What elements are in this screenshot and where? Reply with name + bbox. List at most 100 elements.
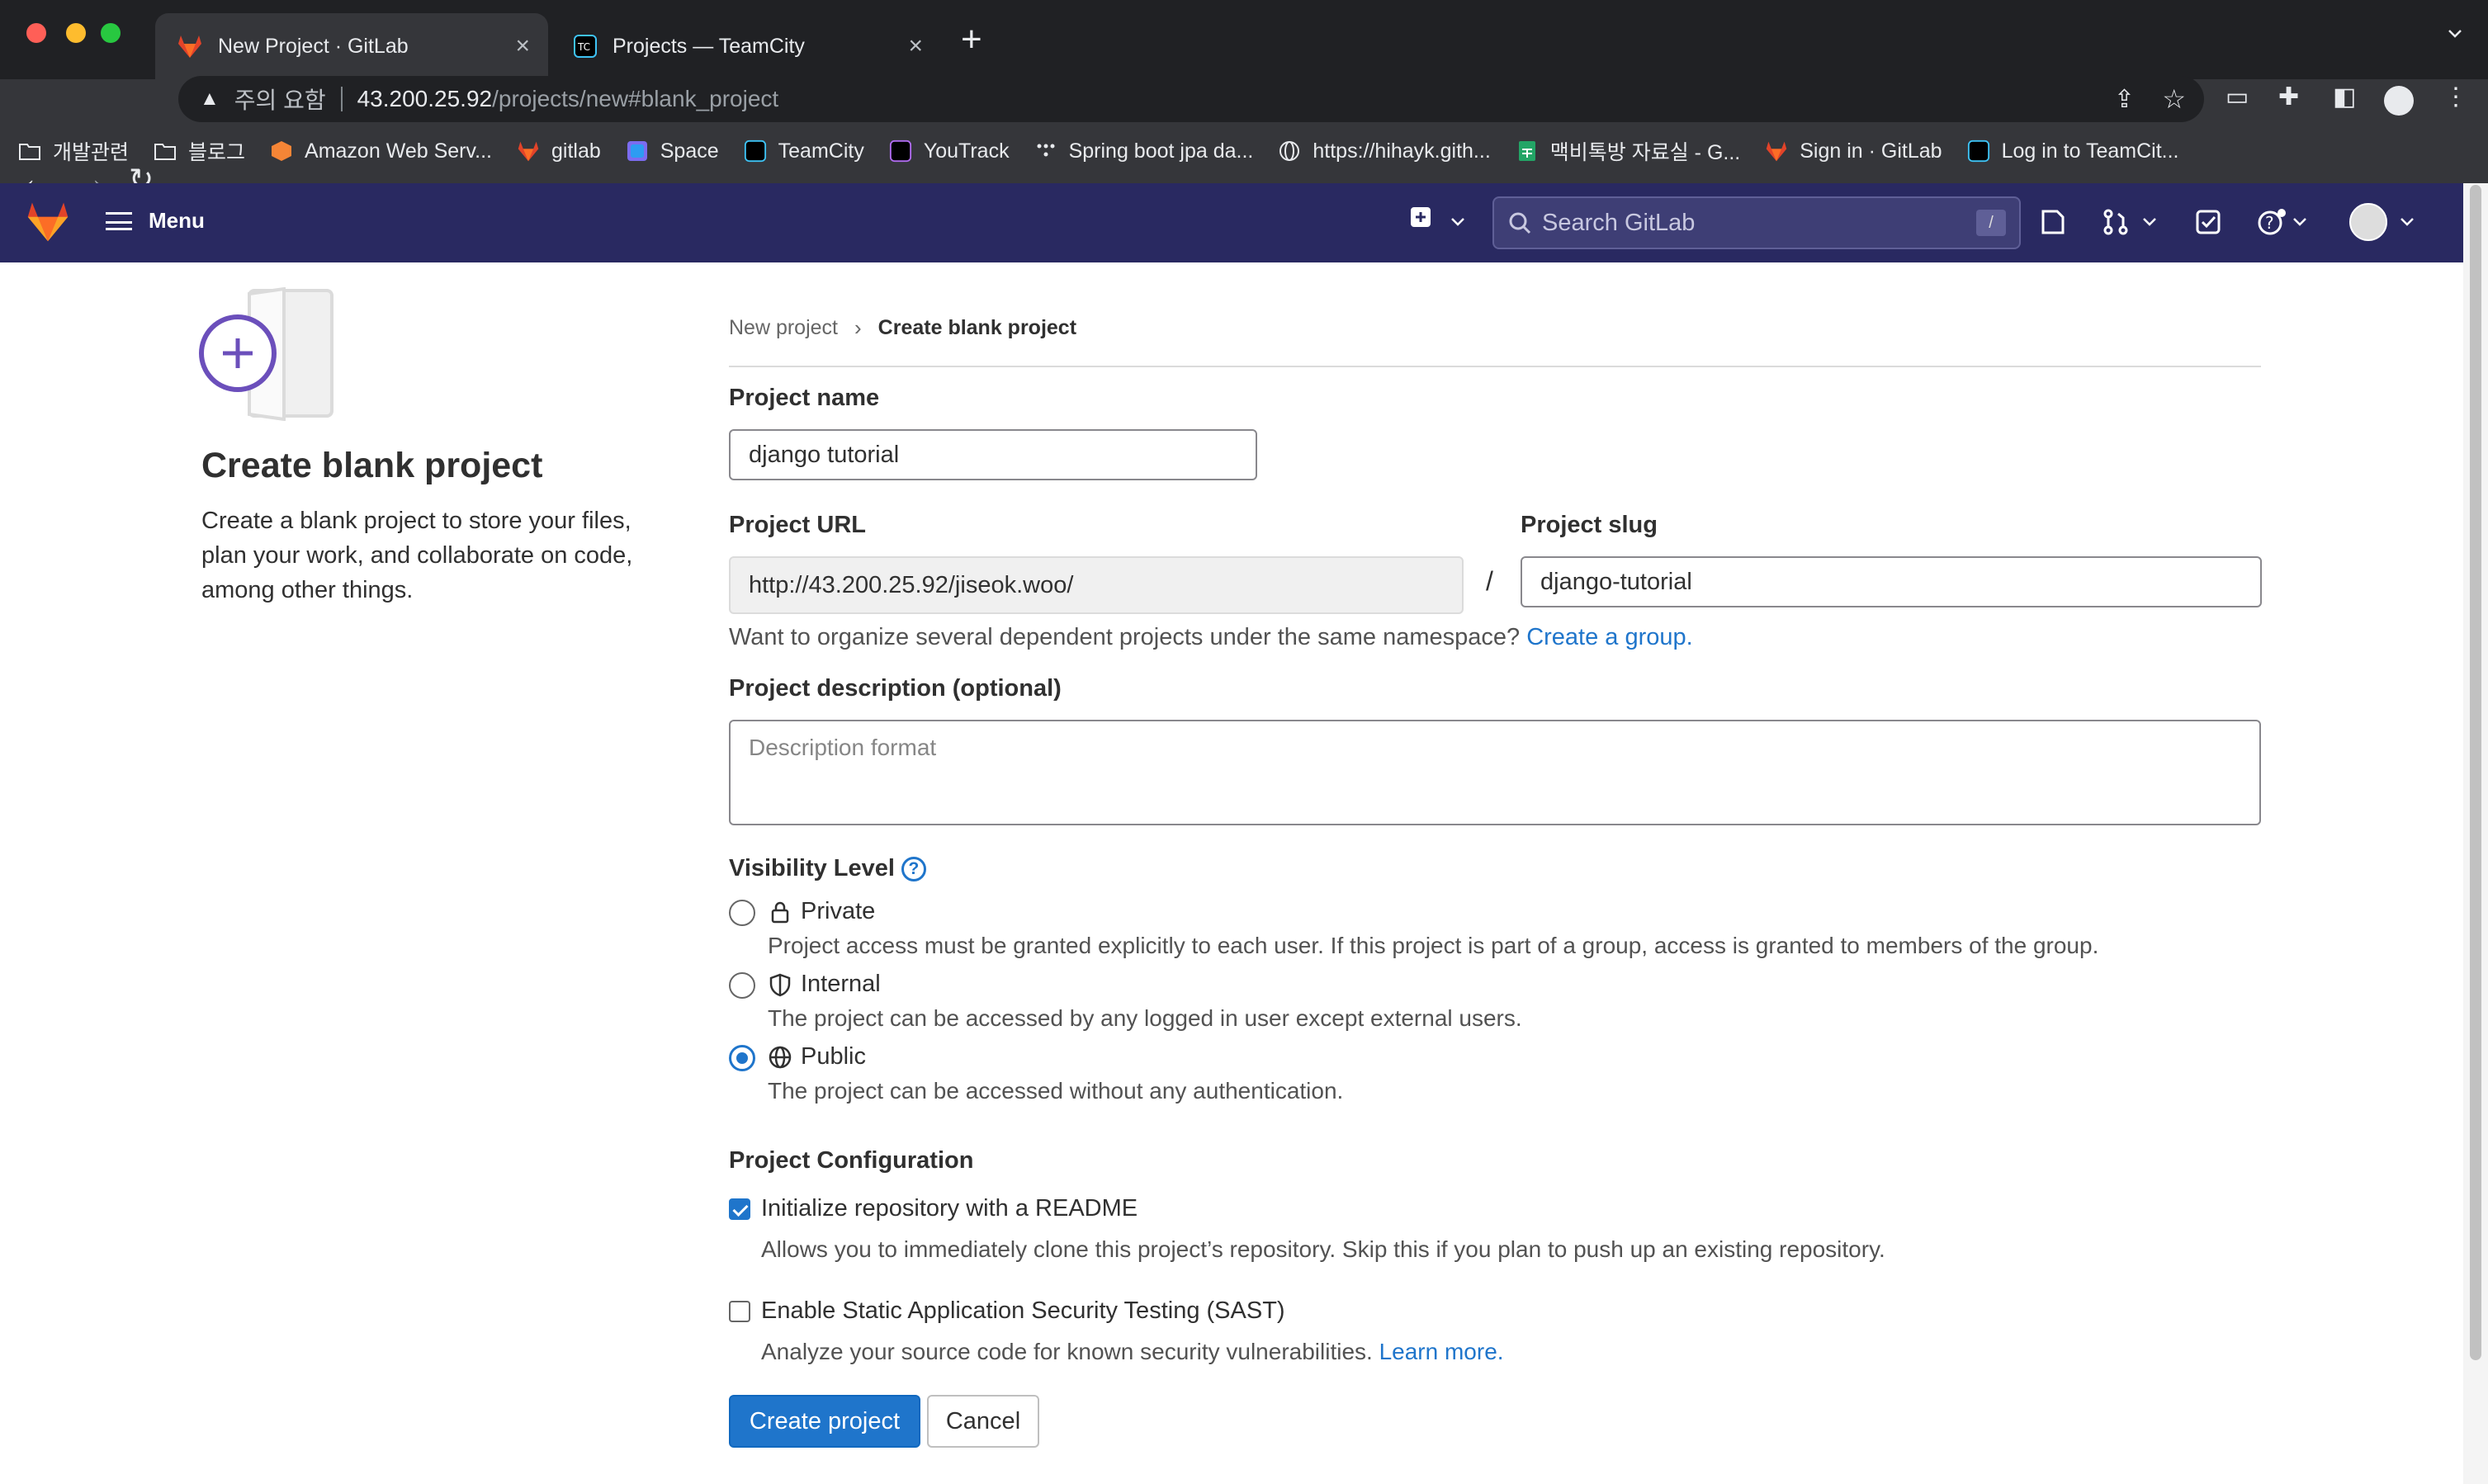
- bookmark-label: 개발관련: [53, 141, 130, 164]
- sheets-icon: [1518, 141, 1535, 161]
- bookmark-item[interactable]: 맥비톡방 자료실 - G...: [1516, 136, 1740, 166]
- address-bar[interactable]: ▲ 주의 요함 43.200.25.92/projects/new#blank_…: [178, 76, 2204, 122]
- visibility-level-heading: Visibility Level ?: [729, 855, 926, 882]
- visibility-public-description: The project can be accessed without any …: [768, 1078, 1344, 1104]
- profile-avatar[interactable]: [2384, 86, 2414, 116]
- enable-sast-label[interactable]: Enable Static Application Security Testi…: [761, 1297, 1285, 1325]
- scrollbar-thumb[interactable]: [2470, 185, 2481, 1360]
- sidebar-icon[interactable]: ◧: [2333, 83, 2356, 111]
- initialize-readme-checkbox[interactable]: [729, 1198, 750, 1220]
- search-placeholder: Search GitLab: [1542, 209, 1696, 236]
- chevron-down-icon[interactable]: [2447, 25, 2463, 41]
- tab-gitlab-new-project[interactable]: New Project · GitLab ×: [155, 13, 548, 79]
- maximize-window-button[interactable]: [101, 23, 121, 43]
- bookmark-star-icon[interactable]: ☆: [2162, 83, 2186, 115]
- issues-icon[interactable]: [2039, 208, 2067, 236]
- close-window-button[interactable]: [26, 23, 46, 43]
- bookmark-label: 블로그: [188, 141, 246, 164]
- merge-request-icon[interactable]: [2102, 208, 2130, 236]
- shield-icon: [769, 973, 791, 996]
- url-host: 43.200.25.92: [357, 86, 493, 111]
- close-tab-icon[interactable]: ×: [908, 32, 923, 60]
- bookmark-item[interactable]: Spring boot jpa da...: [1034, 139, 1253, 163]
- bookmark-item[interactable]: Sign in · GitLab: [1765, 139, 1942, 163]
- bookmark-label: gitlab: [551, 139, 601, 163]
- chevron-down-icon[interactable]: [2399, 216, 2415, 228]
- search-shortcut-key: /: [1976, 210, 2006, 236]
- create-project-button[interactable]: Create project: [729, 1395, 920, 1448]
- chevron-down-icon[interactable]: [1450, 216, 1466, 228]
- hamburger-icon: [106, 211, 132, 230]
- extensions-puzzle-icon[interactable]: ✚: [2278, 83, 2299, 111]
- search-input[interactable]: Search GitLab /: [1492, 196, 2021, 249]
- tab-title: New Project · GitLab: [218, 34, 409, 58]
- create-group-link[interactable]: Create a group.: [1526, 624, 1693, 650]
- cancel-button[interactable]: Cancel: [927, 1395, 1039, 1448]
- visibility-internal-option[interactable]: Internal: [768, 971, 881, 998]
- breadcrumb: New project › Create blank project: [729, 315, 1076, 341]
- visibility-private-description: Project access must be granted explicitl…: [768, 933, 2099, 958]
- plus-square-icon[interactable]: [1408, 205, 1433, 236]
- search-icon: [1509, 212, 1531, 234]
- question-circle-icon[interactable]: ?: [901, 856, 926, 881]
- close-tab-icon[interactable]: ×: [515, 32, 530, 60]
- project-slug-input[interactable]: django-tutorial: [1521, 556, 2262, 607]
- namespace-help-text: Want to organize several dependent proje…: [729, 624, 1693, 651]
- visibility-option-label: Private: [801, 898, 876, 924]
- visibility-public-option[interactable]: Public: [768, 1043, 866, 1070]
- help-icon[interactable]: ?: [2257, 208, 2287, 238]
- globe-icon: [769, 1046, 792, 1068]
- visibility-public-radio[interactable]: [729, 1045, 755, 1071]
- new-tab-button[interactable]: +: [961, 20, 982, 59]
- breadcrumb-new-project-link[interactable]: New project: [729, 316, 838, 340]
- dots-icon: [1037, 144, 1055, 157]
- initialize-readme-label[interactable]: Initialize repository with a README: [761, 1195, 1138, 1222]
- bookmark-label: Amazon Web Serv...: [305, 139, 492, 163]
- bookmark-item[interactable]: Amazon Web Serv...: [270, 139, 492, 163]
- menu-button[interactable]: Menu: [106, 208, 205, 234]
- visibility-private-option[interactable]: Private: [768, 898, 875, 925]
- bookmark-item[interactable]: Log in to TeamCit...: [1967, 139, 2179, 163]
- divider: [729, 366, 2261, 367]
- aws-icon: [272, 141, 292, 161]
- visibility-option-label: Internal: [801, 971, 881, 997]
- initialize-readme-description: Allows you to immediately clone this pro…: [761, 1236, 1885, 1262]
- url-path: /projects/new#blank_project: [492, 86, 779, 111]
- bookmark-item[interactable]: gitlab: [517, 139, 601, 163]
- chevron-down-icon[interactable]: [2292, 216, 2308, 228]
- bookmark-item[interactable]: TeamCity: [744, 139, 864, 163]
- todo-checkbox-icon[interactable]: [2194, 208, 2222, 236]
- gitlab-logo-icon[interactable]: [25, 200, 71, 243]
- bookmark-label: TeamCity: [778, 139, 864, 163]
- visibility-private-radio[interactable]: [729, 900, 755, 926]
- lock-icon: [771, 901, 789, 923]
- teamcity-icon: [744, 139, 766, 163]
- visibility-internal-radio[interactable]: [729, 972, 755, 999]
- gitlab-icon: [178, 35, 201, 58]
- visibility-option-label: Public: [801, 1043, 866, 1070]
- share-icon[interactable]: ⇪: [2114, 85, 2135, 114]
- bookmark-item[interactable]: 블로그: [154, 136, 245, 166]
- page-description: Create a blank project to store your fil…: [201, 508, 633, 603]
- minimize-window-button[interactable]: [66, 23, 86, 43]
- learn-more-link[interactable]: Learn more.: [1379, 1339, 1504, 1364]
- bookmark-item[interactable]: 개발관련: [18, 136, 129, 166]
- bookmark-item[interactable]: https://hihayk.gith...: [1278, 139, 1491, 163]
- chevron-down-icon[interactable]: [2141, 216, 2158, 228]
- cast-icon[interactable]: ▭: [2225, 83, 2249, 111]
- project-configuration-label: Project Configuration: [729, 1147, 974, 1174]
- bookmark-item[interactable]: Space: [626, 139, 719, 163]
- project-description-textarea[interactable]: Description format: [729, 720, 2261, 825]
- tab-teamcity-projects[interactable]: TC Projects — TeamCity ×: [551, 13, 941, 79]
- bookmark-label: 맥비톡방 자료실 - G...: [1549, 141, 1741, 164]
- visibility-internal-description: The project can be accessed by any logge…: [768, 1005, 1522, 1031]
- kebab-menu-icon[interactable]: ⋮: [2443, 83, 2468, 111]
- project-url-namespace-select[interactable]: http://43.200.25.92/jiseok.woo/: [729, 556, 1464, 614]
- project-url-label: Project URL: [729, 512, 866, 538]
- project-name-input[interactable]: django tutorial: [729, 429, 1257, 480]
- enable-sast-checkbox[interactable]: [729, 1301, 750, 1322]
- page-scrollbar[interactable]: [2463, 183, 2488, 1484]
- namespace-help-message: Want to organize several dependent proje…: [729, 624, 1521, 650]
- bookmark-item[interactable]: YouTrack: [889, 139, 1010, 163]
- user-avatar[interactable]: [2349, 203, 2387, 241]
